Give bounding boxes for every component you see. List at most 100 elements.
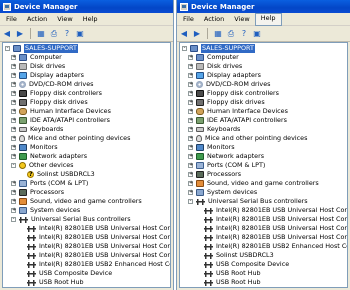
tree-device-item[interactable]: USB Composite Device (180, 260, 347, 269)
tree-category-ports-com-lpt[interactable]: + Ports (COM & LPT) (180, 161, 347, 170)
tree-category-disk-drives[interactable]: + Disk drives (3, 62, 170, 71)
expand-icon[interactable]: + (11, 109, 16, 114)
tree-root-node[interactable]: - SALES-SUPPORT (180, 44, 347, 53)
tree-category-human-interface-devices[interactable]: + Human Interface Devices (3, 107, 170, 116)
expand-icon[interactable]: + (188, 145, 193, 150)
tree-device-item[interactable]: Intel(R) 82801EB USB Universal Host Cont… (180, 233, 347, 242)
tree-category-processors[interactable]: + Processors (3, 188, 170, 197)
properties-icon[interactable]: ▦ (36, 29, 46, 39)
tree-category-monitors[interactable]: + Monitors (180, 143, 347, 152)
expand-icon[interactable]: + (11, 190, 16, 195)
properties-icon[interactable]: ▦ (213, 29, 223, 39)
tree-category-sound-video-and-game-controllers[interactable]: + Sound, video and game controllers (3, 197, 170, 206)
tree-category-dvd-cd-rom-drives[interactable]: + DVD/CD-ROM drives (3, 80, 170, 89)
tree-category-mice-and-other-pointing-devices[interactable]: + Mice and other pointing devices (180, 134, 347, 143)
tree-category-monitors[interactable]: + Monitors (3, 143, 170, 152)
tree-category-disk-drives[interactable]: + Disk drives (180, 62, 347, 71)
expand-icon[interactable]: + (11, 82, 16, 87)
expand-icon[interactable]: + (188, 73, 193, 78)
expand-icon[interactable]: + (188, 64, 193, 69)
expand-icon[interactable]: + (188, 82, 193, 87)
tree-device-item[interactable]: Intel(R) 82801EB USB Universal Host Cont… (180, 215, 347, 224)
expand-icon[interactable]: + (188, 109, 193, 114)
tree-device-item[interactable]: Intel(R) 82801EB USB Universal Host Cont… (180, 224, 347, 233)
expand-icon[interactable]: + (11, 145, 16, 150)
scan-hardware-icon[interactable]: ▣ (75, 29, 85, 39)
print-icon[interactable]: ⎙ (226, 29, 236, 39)
tree-device-item[interactable]: Intel(R) 82801EB USB2 Enhanced Host Cont… (3, 260, 170, 269)
tree-device-item[interactable]: Solinst USBDRCL3 (3, 170, 170, 179)
expand-icon[interactable]: + (11, 127, 16, 132)
tree-device-item[interactable]: USB Root Hub (180, 278, 347, 287)
tree-device-item[interactable]: Intel(R) 82801EB USB Universal Host Cont… (3, 233, 170, 242)
collapse-icon[interactable]: - (5, 46, 10, 51)
back-icon[interactable]: ◀ (2, 29, 12, 39)
help-icon[interactable]: ? (62, 29, 72, 39)
tree-category-ide-ata-atapi-controllers[interactable]: + IDE ATA/ATAPI controllers (3, 116, 170, 125)
expand-icon[interactable]: + (188, 181, 193, 186)
expand-icon[interactable]: + (188, 154, 193, 159)
menu-file[interactable]: File (1, 14, 22, 25)
tree-device-item[interactable]: USB Root Hub (180, 269, 347, 278)
tree-category-network-adapters[interactable]: + Network adapters (180, 152, 347, 161)
tree-category-mice-and-other-pointing-devices[interactable]: + Mice and other pointing devices (3, 134, 170, 143)
expand-icon[interactable]: + (188, 127, 193, 132)
menu-file[interactable]: File (178, 14, 199, 25)
tree-category-other-devices[interactable]: - Other devices (3, 161, 170, 170)
expand-icon[interactable]: + (11, 73, 16, 78)
collapse-icon[interactable]: - (11, 163, 16, 168)
tree-category-floppy-disk-controllers[interactable]: + Floppy disk controllers (180, 89, 347, 98)
tree-device-item[interactable]: USB Composite Device (3, 269, 170, 278)
expand-icon[interactable]: + (11, 181, 16, 186)
tree-device-item[interactable]: Intel(R) 82801EB USB Universal Host Cont… (3, 251, 170, 260)
menu-help[interactable]: Help (78, 14, 103, 25)
tree-device-item[interactable]: USB Root Hub (3, 287, 170, 288)
scan-hardware-icon[interactable]: ▣ (252, 29, 262, 39)
forward-icon[interactable]: ▶ (192, 29, 202, 39)
tree-device-item[interactable]: Intel(R) 82801EB USB2 Enhanced Host Cont… (180, 242, 347, 251)
tree-category-system-devices[interactable]: + System devices (3, 206, 170, 215)
tree-category-ide-ata-atapi-controllers[interactable]: + IDE ATA/ATAPI controllers (180, 116, 347, 125)
title-bar[interactable]: Device Manager (0, 0, 173, 13)
expand-icon[interactable]: + (188, 136, 193, 141)
tree-category-sound-video-and-game-controllers[interactable]: + Sound, video and game controllers (180, 179, 347, 188)
menu-action[interactable]: Action (22, 14, 52, 25)
tree-device-item[interactable]: USB Root Hub (3, 278, 170, 287)
tree-category-dvd-cd-rom-drives[interactable]: + DVD/CD-ROM drives (180, 80, 347, 89)
expand-icon[interactable]: + (11, 91, 16, 96)
tree-category-system-devices[interactable]: + System devices (180, 188, 347, 197)
device-tree-pane[interactable]: - SALES-SUPPORT + Computer + Disk drives + Disp… (179, 42, 348, 288)
expand-icon[interactable]: + (11, 118, 16, 123)
menu-action[interactable]: Action (199, 14, 229, 25)
expand-icon[interactable]: + (11, 199, 16, 204)
tree-category-universal-serial-bus-controllers[interactable]: - Universal Serial Bus controllers (3, 215, 170, 224)
expand-icon[interactable]: + (11, 136, 16, 141)
tree-device-item[interactable]: Intel(R) 82801EB USB Universal Host Cont… (3, 224, 170, 233)
collapse-icon[interactable]: - (182, 46, 187, 51)
expand-icon[interactable]: + (188, 172, 193, 177)
tree-category-human-interface-devices[interactable]: + Human Interface Devices (180, 107, 347, 116)
expand-icon[interactable]: + (11, 64, 16, 69)
print-icon[interactable]: ⎙ (49, 29, 59, 39)
expand-icon[interactable]: + (188, 100, 193, 105)
menu-view[interactable]: View (229, 14, 254, 25)
expand-icon[interactable]: + (11, 55, 16, 60)
tree-device-item[interactable]: Intel(R) 82801EB USB Universal Host Cont… (3, 242, 170, 251)
expand-icon[interactable]: + (188, 55, 193, 60)
menu-view[interactable]: View (52, 14, 77, 25)
tree-category-computer[interactable]: + Computer (3, 53, 170, 62)
forward-icon[interactable]: ▶ (15, 29, 25, 39)
expand-icon[interactable]: + (188, 190, 193, 195)
tree-device-item[interactable]: Solinst USBDRCL3 (180, 251, 347, 260)
collapse-icon[interactable]: - (11, 217, 16, 222)
tree-category-network-adapters[interactable]: + Network adapters (3, 152, 170, 161)
tree-category-display-adapters[interactable]: + Display adapters (3, 71, 170, 80)
tree-device-item[interactable]: Intel(R) 82801EB USB Universal Host Cont… (180, 206, 347, 215)
tree-category-display-adapters[interactable]: + Display adapters (180, 71, 347, 80)
help-icon[interactable]: ? (239, 29, 249, 39)
device-tree-pane[interactable]: - SALES-SUPPORT + Computer + Disk drives + Disp… (2, 42, 171, 288)
expand-icon[interactable]: + (188, 163, 193, 168)
back-icon[interactable]: ◀ (179, 29, 189, 39)
expand-icon[interactable]: + (188, 118, 193, 123)
tree-category-keyboards[interactable]: + Keyboards (180, 125, 347, 134)
